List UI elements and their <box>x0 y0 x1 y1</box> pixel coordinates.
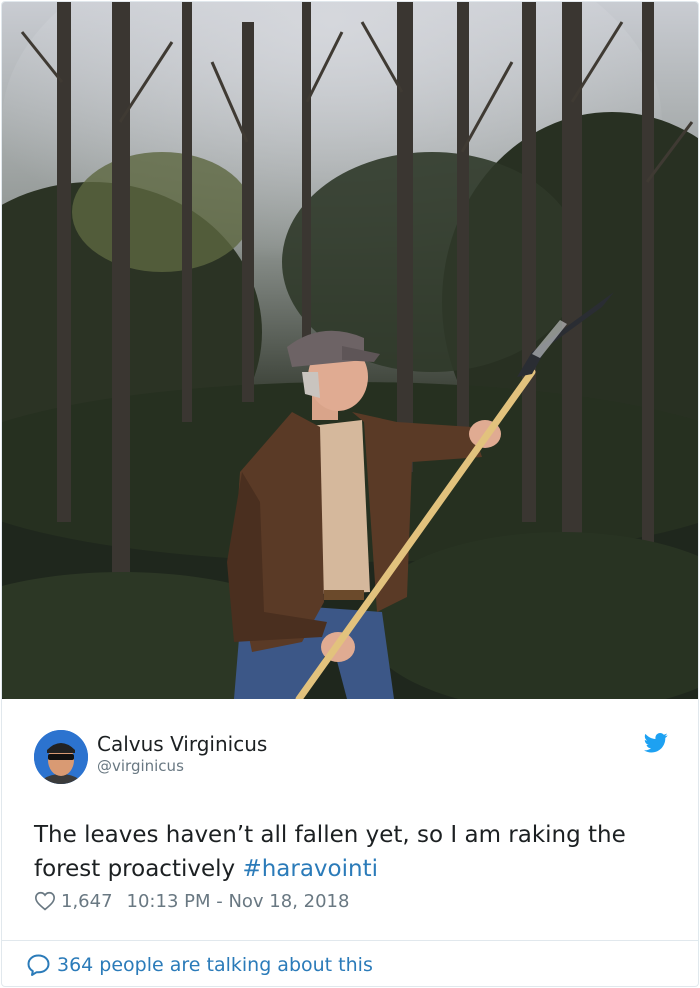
avatar[interactable] <box>34 730 88 784</box>
tweet-text: The leaves haven’t all fallen yet, so I … <box>34 818 674 886</box>
hashtag-link[interactable]: #haravointi <box>242 856 378 882</box>
like-count[interactable]: 1,647 <box>61 891 113 912</box>
twitter-bird-icon[interactable] <box>644 733 668 753</box>
heart-icon[interactable] <box>34 890 56 912</box>
display-name[interactable]: Calvus Virginicus <box>97 732 267 756</box>
timestamp[interactable]: 10:13 PM - Nov 18, 2018 <box>127 891 350 912</box>
user-handle[interactable]: @virginicus <box>97 757 184 775</box>
conversation-link[interactable]: 364 people are talking about this <box>26 950 373 980</box>
avatar-image <box>34 730 88 784</box>
footer-divider <box>2 940 698 941</box>
tweet-body: Calvus Virginicus @virginicus The leaves… <box>2 699 698 939</box>
tweet-meta: 1,647 10:13 PM - Nov 18, 2018 <box>34 888 349 914</box>
tweet-card: Calvus Virginicus @virginicus The leaves… <box>1 1 699 987</box>
tweet-photo[interactable] <box>2 2 698 699</box>
conversation-text[interactable]: 364 people are talking about this <box>57 954 373 976</box>
forest-photo-image <box>2 2 698 699</box>
speech-bubble-icon <box>27 954 50 976</box>
